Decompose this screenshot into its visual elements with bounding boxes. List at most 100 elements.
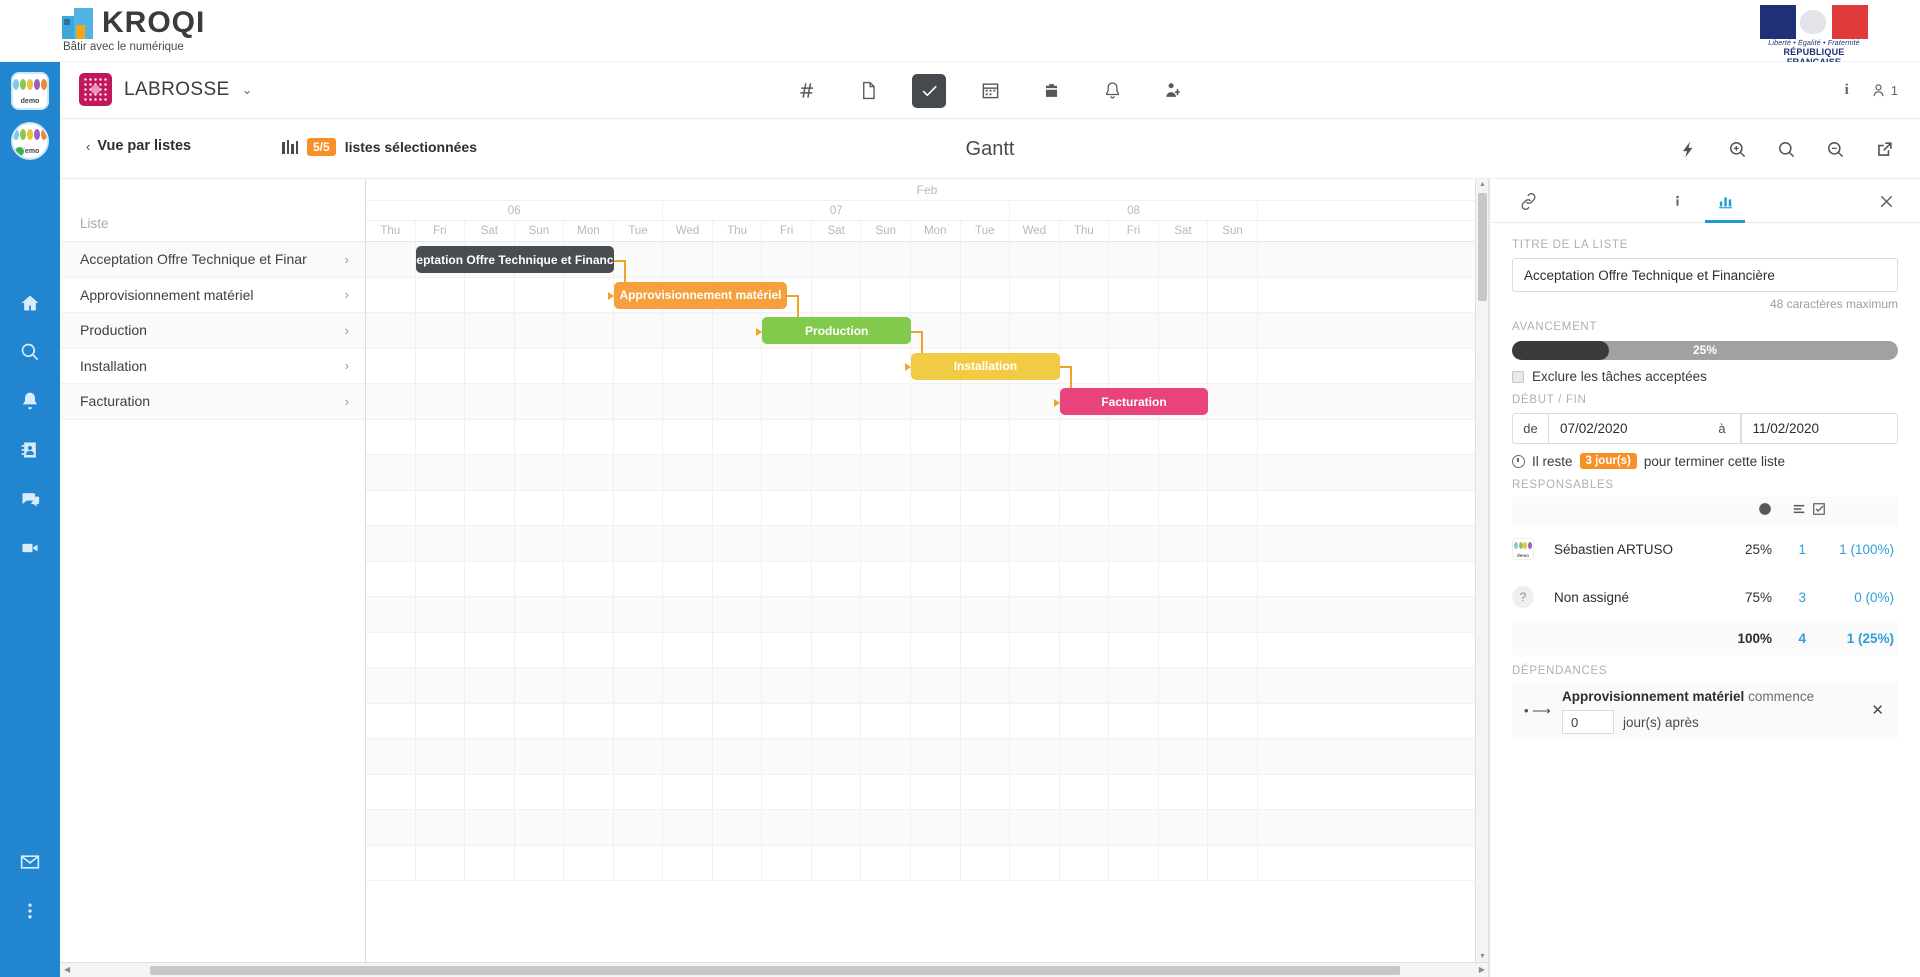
vertical-scroll-thumb[interactable] [1478, 193, 1487, 301]
gantt-grid-cell[interactable] [911, 668, 961, 703]
gantt-grid-cell[interactable] [564, 277, 614, 312]
gantt-grid-cell[interactable] [366, 313, 416, 348]
gantt-grid-cell[interactable] [1010, 384, 1060, 419]
gantt-grid-cell[interactable] [1109, 490, 1159, 525]
gantt-grid-cell[interactable] [366, 455, 416, 490]
back-to-list-view[interactable]: ‹ Vue par listes [86, 138, 191, 154]
gantt-grid-cell[interactable] [911, 419, 961, 454]
gantt-grid-cell[interactable] [564, 703, 614, 738]
gantt-grid-cell[interactable] [762, 490, 812, 525]
tab-info[interactable] [1657, 179, 1697, 223]
progress-bar[interactable]: 25% [1512, 341, 1898, 360]
gantt-grid-cell[interactable] [812, 242, 862, 277]
gantt-grid-cell[interactable] [416, 490, 466, 525]
gantt-grid-cell[interactable] [366, 597, 416, 632]
gantt-grid-cell[interactable] [366, 810, 416, 845]
gantt-grid-cell[interactable] [515, 277, 565, 312]
gantt-grid-cell[interactable] [416, 774, 466, 809]
gantt-grid-cell[interactable] [911, 455, 961, 490]
workspace-avatar-2[interactable]: demo [11, 122, 49, 160]
gantt-grid-cell[interactable] [911, 810, 961, 845]
gantt-grid-cell[interactable] [515, 739, 565, 774]
gantt-grid-cell[interactable] [961, 561, 1011, 596]
gantt-grid-cell[interactable] [465, 632, 515, 667]
gantt-grid-cell[interactable] [465, 526, 515, 561]
dependency-days-input[interactable]: 0 [1562, 710, 1614, 734]
gantt-grid-cell[interactable] [1159, 774, 1209, 809]
gantt-grid-cell[interactable] [961, 455, 1011, 490]
gantt-grid-cell[interactable] [961, 313, 1011, 348]
gantt-grid-cell[interactable] [861, 739, 912, 774]
gantt-grid-cell[interactable] [1109, 419, 1159, 454]
gantt-grid-cell[interactable] [614, 703, 664, 738]
gantt-grid-cell[interactable] [713, 597, 763, 632]
add-member-icon[interactable] [1156, 74, 1190, 108]
gantt-grid-cell[interactable] [1159, 845, 1209, 880]
gantt-grid-cell[interactable] [515, 419, 565, 454]
gantt-grid-cell[interactable] [416, 597, 466, 632]
gantt-grid-cell[interactable] [515, 384, 565, 419]
horizontal-scroll-thumb[interactable] [150, 966, 1400, 975]
gantt-grid-cell[interactable] [1010, 597, 1060, 632]
gantt-grid-cell[interactable] [614, 526, 664, 561]
gantt-grid-cell[interactable] [812, 455, 862, 490]
gantt-grid-cell[interactable] [762, 384, 812, 419]
gantt-grid-cell[interactable] [515, 845, 565, 880]
gantt-list-row[interactable]: Approvisionnement matériel › [60, 278, 365, 313]
gantt-grid-cell[interactable] [861, 597, 912, 632]
zoom-out-icon[interactable] [1826, 140, 1845, 159]
gantt-grid-cell[interactable] [762, 526, 812, 561]
gantt-grid-cell[interactable] [614, 455, 664, 490]
gantt-grid-cell[interactable] [713, 490, 763, 525]
gantt-grid-cell[interactable] [1109, 313, 1159, 348]
gantt-grid-cell[interactable] [861, 526, 912, 561]
gantt-grid-cell[interactable] [663, 597, 713, 632]
gantt-grid-cell[interactable] [614, 313, 664, 348]
gantt-grid-cell[interactable] [762, 739, 812, 774]
gantt-horizontal-scrollbar[interactable]: ◀ ▶ [60, 962, 1488, 977]
bell-icon[interactable] [0, 376, 60, 425]
tab-stats[interactable] [1705, 179, 1745, 223]
gantt-vertical-scrollbar[interactable]: ▲ ▼ [1475, 179, 1488, 962]
gantt-grid-cell[interactable] [1060, 277, 1110, 312]
gantt-grid-cell[interactable] [1208, 739, 1258, 774]
gantt-grid-cell[interactable] [861, 419, 912, 454]
dependency-remove-button[interactable]: ✕ [1871, 701, 1884, 719]
gantt-grid-cell[interactable] [564, 384, 614, 419]
gantt-grid-cell[interactable] [1208, 419, 1258, 454]
gantt-grid-cell[interactable] [1159, 348, 1209, 383]
gantt-grid-cell[interactable] [1159, 703, 1209, 738]
gantt-grid-cell[interactable] [614, 845, 664, 880]
gantt-grid-cell[interactable] [762, 810, 812, 845]
gantt-grid-cell[interactable] [663, 348, 713, 383]
gantt-grid-cell[interactable] [1010, 313, 1060, 348]
gantt-list-row[interactable]: Acceptation Offre Technique et Finar › [60, 242, 365, 278]
gantt-grid-cell[interactable] [1208, 277, 1258, 312]
gantt-grid-cell[interactable] [812, 419, 862, 454]
calendar-icon[interactable] [973, 74, 1007, 108]
gantt-grid-cell[interactable] [663, 490, 713, 525]
gantt-grid-cell[interactable] [416, 384, 466, 419]
gantt-grid-cell[interactable] [614, 597, 664, 632]
gantt-grid-cell[interactable] [911, 526, 961, 561]
gantt-grid-cell[interactable] [861, 242, 912, 277]
gantt-grid-cell[interactable] [762, 419, 812, 454]
gantt-grid-cell[interactable] [1208, 810, 1258, 845]
date-from-input[interactable]: 07/02/2020 [1549, 414, 1705, 443]
search-icon[interactable] [1777, 140, 1796, 159]
gantt-grid-cell[interactable] [812, 668, 862, 703]
gantt-grid-cell[interactable] [762, 668, 812, 703]
gantt-grid-cell[interactable] [366, 774, 416, 809]
gantt-grid-cell[interactable] [465, 845, 515, 880]
gantt-grid-cell[interactable] [1208, 845, 1258, 880]
gantt-grid-cell[interactable] [1159, 632, 1209, 667]
gantt-grid-cell[interactable] [861, 490, 912, 525]
gantt-grid-cell[interactable] [713, 810, 763, 845]
gantt-grid-cell[interactable] [366, 348, 416, 383]
gantt-grid-cell[interactable] [1010, 668, 1060, 703]
gantt-grid-cell[interactable] [1109, 526, 1159, 561]
gantt-grid-cell[interactable] [465, 384, 515, 419]
gantt-grid-cell[interactable] [663, 810, 713, 845]
exclude-accepted-checkbox[interactable] [1512, 370, 1524, 383]
responsible-tasks[interactable]: 1 [1772, 542, 1806, 557]
